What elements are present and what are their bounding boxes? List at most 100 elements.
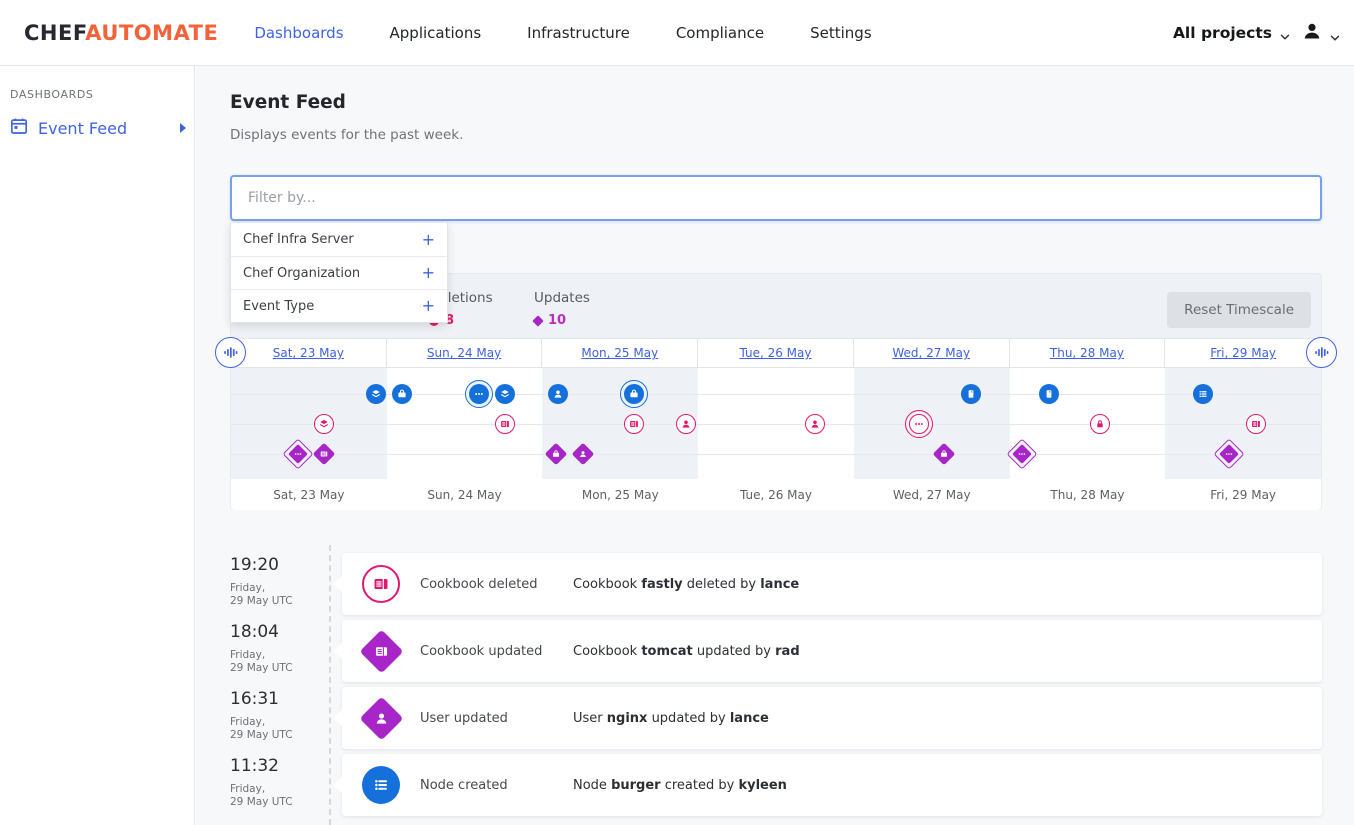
feed-time: 16:31 — [230, 689, 330, 709]
timescale-scrub-left[interactable] — [215, 337, 246, 368]
feed-actor-name: rad — [775, 644, 800, 659]
feed-timestamp: 18:04Friday,29 May UTC — [230, 620, 330, 682]
nav-compliance[interactable]: Compliance — [676, 24, 764, 42]
event-marker-deleted-lock-icon[interactable] — [1090, 414, 1110, 434]
event-marker-deleted-person-icon[interactable] — [676, 414, 696, 434]
timescale-scrub-right[interactable] — [1306, 337, 1337, 368]
event-marker-created-list-icon[interactable] — [1193, 384, 1213, 404]
feed-timestamp: 16:31 Friday,29 May UTC — [230, 687, 330, 749]
add-filter-icon[interactable]: + — [422, 298, 435, 314]
feed-date: Friday,29 May UTC — [230, 649, 330, 675]
event-marker-deleted-layers-icon[interactable] — [314, 414, 334, 434]
feed-card: Node createdNode burger created by kylee… — [342, 754, 1322, 816]
event-marker-created-node-icon[interactable] — [1039, 384, 1059, 404]
nav-dashboards[interactable]: Dashboards — [254, 24, 343, 42]
filter-input[interactable] — [230, 175, 1322, 221]
event-marker-updated-ellipsis-icon[interactable] — [1218, 443, 1240, 465]
event-marker-created-bag-icon[interactable] — [392, 384, 412, 404]
brand-chef: CHEF — [24, 21, 85, 45]
feed-event-title: Node created — [420, 778, 573, 793]
feed-date-utc: 29 May UTC — [230, 729, 330, 742]
feed-day-of-week: Friday, — [230, 649, 330, 662]
event-marker-updated-book-icon[interactable] — [316, 446, 332, 462]
feed-date-utc: 29 May UTC — [230, 796, 330, 809]
feed-event-description: Node burger created by kyleen — [573, 778, 787, 793]
timeline-day-header-3[interactable]: Tue, 26 May — [698, 339, 854, 367]
event-marker-created-layers-icon[interactable] — [366, 384, 386, 404]
timeline-day-footer-5: Thu, 28 May — [1010, 479, 1166, 510]
add-filter-icon[interactable]: + — [422, 232, 435, 248]
nav-settings[interactable]: Settings — [810, 24, 872, 42]
card-pointer — [333, 777, 342, 793]
card-pointer — [333, 643, 342, 659]
feed-event-description: User nginx updated by lance — [573, 711, 769, 726]
feed-entity-name: tomcat — [641, 644, 692, 659]
feed-event-title: Cookbook updated — [420, 644, 573, 659]
feed-card: Cookbook updatedCookbook tomcat updated … — [342, 620, 1322, 682]
event-marker-created-bag-icon[interactable] — [620, 380, 648, 408]
event-marker-deleted-book-icon[interactable] — [1246, 414, 1266, 434]
equalizer-icon — [223, 345, 238, 360]
feed-date-utc: 29 May UTC — [230, 662, 330, 675]
filter-dropdown: Chef Infra Server+Chef Organization+Even… — [230, 223, 448, 323]
filter-option-label: Chef Infra Server — [243, 232, 354, 247]
calendar-icon — [10, 117, 28, 139]
timeline-day-header-5[interactable]: Thu, 28 May — [1010, 339, 1166, 367]
event-marker-deleted-person-icon[interactable] — [805, 414, 825, 434]
feed-event-description: Cookbook fastly deleted by lance — [573, 577, 799, 592]
event-marker-created-layers-icon[interactable] — [495, 384, 515, 404]
filter-option-chef-infra-server[interactable]: Chef Infra Server + — [231, 223, 447, 256]
updates-diamond-icon — [532, 315, 543, 326]
timeline-day-header-1[interactable]: Sun, 24 May — [387, 339, 543, 367]
feed-timestamp: 11:32Friday,29 May UTC — [230, 754, 330, 816]
nav-right: All projects — [1173, 0, 1340, 66]
event-marker-created-person-icon[interactable] — [548, 384, 568, 404]
top-nav: CHEFAUTOMATE DashboardsApplicationsInfra… — [0, 0, 1354, 66]
event-marker-deleted-ellipsis-icon[interactable] — [905, 410, 933, 438]
projects-dropdown[interactable]: All projects — [1173, 24, 1290, 42]
event-marker-created-node-icon[interactable] — [961, 384, 981, 404]
filter-option-chef-organization[interactable]: Chef Organization + — [231, 256, 447, 289]
event-marker-updated-ellipsis-icon[interactable] — [287, 443, 309, 465]
timeline-day-footer-2: Mon, 25 May — [542, 479, 698, 510]
event-marker-created-ellipsis-icon[interactable] — [465, 380, 493, 408]
event-marker-updated-bag-icon[interactable] — [548, 446, 564, 462]
timeline-day-footer-1: Sun, 24 May — [387, 479, 543, 510]
feed-event-title: User updated — [420, 711, 573, 726]
chevron-down-icon — [1330, 28, 1340, 38]
timeline-day-header-0[interactable]: Sat, 23 May — [231, 339, 387, 367]
event-marker-deleted-book-icon[interactable] — [495, 414, 515, 434]
page-subtitle: Displays events for the past week. — [230, 127, 463, 143]
feed-updated-book-icon — [359, 629, 403, 673]
timeline-day-header-4[interactable]: Wed, 27 May — [854, 339, 1010, 367]
nav-infrastructure[interactable]: Infrastructure — [527, 24, 630, 42]
timeline-day-header-6[interactable]: Fri, 29 May — [1165, 339, 1321, 367]
timeline-day-header-row: Sat, 23 MaySun, 24 MayMon, 25 MayTue, 26… — [231, 338, 1321, 368]
primary-nav: Dashboards Applications Infrastructure Comp… — [254, 24, 871, 42]
timeline-day-header-2[interactable]: Mon, 25 May — [542, 339, 698, 367]
feed-date: Friday,29 May UTC — [230, 582, 330, 608]
filter-option-label: Chef Organization — [243, 266, 360, 281]
event-feed-list: 19:20Friday,29 May UTCCookbook deletedCo… — [230, 553, 1322, 821]
event-marker-updated-bag-icon[interactable] — [936, 446, 952, 462]
user-menu[interactable] — [1300, 19, 1340, 47]
reset-timescale-button[interactable]: Reset Timescale — [1167, 292, 1311, 328]
feed-row: 11:32Friday,29 May UTCNode createdNode b… — [230, 754, 1322, 816]
feed-date: Friday,29 May UTC — [230, 716, 330, 742]
event-marker-deleted-book-icon[interactable] — [624, 414, 644, 434]
feed-day-of-week: Friday, — [230, 783, 330, 796]
add-filter-icon[interactable]: + — [422, 265, 435, 281]
timeline-day-footer-0: Sat, 23 May — [231, 479, 387, 510]
filter-option-event-type[interactable]: Event Type+ — [231, 289, 447, 322]
feed-date: Friday,29 May UTC — [230, 783, 330, 809]
timeline-day-footer-6: Fri, 29 May — [1165, 479, 1321, 510]
feed-created-list-icon — [359, 763, 403, 807]
nav-applications[interactable]: Applications — [390, 24, 482, 42]
expand-arrow-icon[interactable] — [180, 123, 186, 133]
event-marker-updated-person-icon[interactable] — [575, 446, 591, 462]
timeline-day-footer-row: Sat, 23 MaySun, 24 MayMon, 25 MayTue, 26… — [231, 479, 1321, 510]
event-marker-updated-ellipsis-icon[interactable] — [1011, 443, 1033, 465]
timeline-string-line — [231, 424, 1321, 425]
sidebar-item-event-feed[interactable]: Event Feed — [10, 117, 186, 139]
feed-row: 16:31 Friday,29 May UTC User updatedUser n… — [230, 687, 1322, 749]
